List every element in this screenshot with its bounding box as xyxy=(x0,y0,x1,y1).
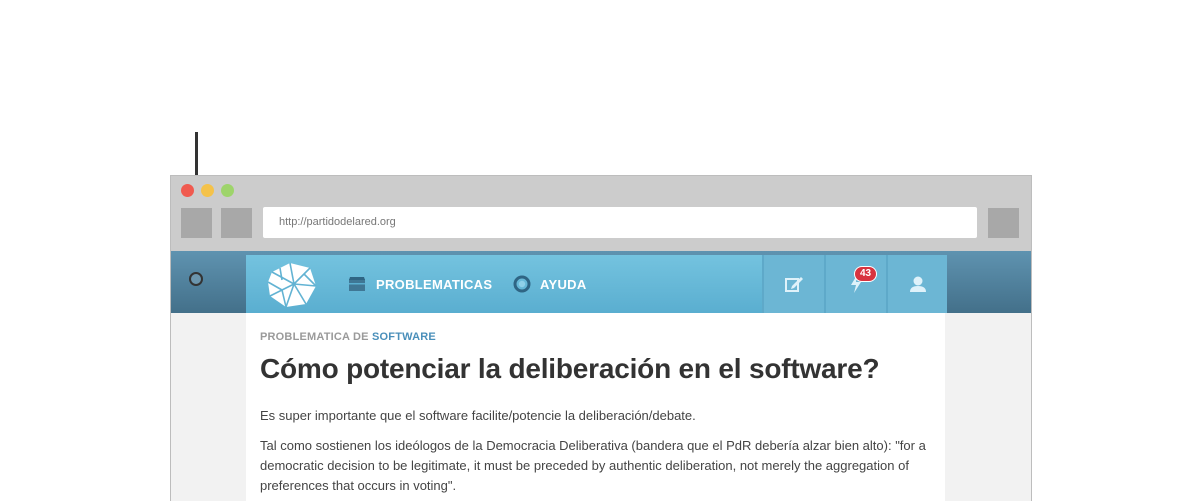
page-title: Cómo potenciar la deliberación en el sof… xyxy=(260,353,880,384)
browser-menu-button[interactable] xyxy=(988,208,1019,238)
article-content: PROBLEMATICA DE SOFTWARE Cómo potenciar … xyxy=(246,313,945,501)
new-post-button[interactable] xyxy=(762,255,824,313)
logo-icon[interactable] xyxy=(264,260,320,310)
nav-item-problematicas[interactable]: PROBLEMATICAS xyxy=(347,255,492,313)
article-paragraph: Tal como sostienen los ideólogos de la D… xyxy=(260,438,926,493)
annotation-pointer-dot xyxy=(189,272,203,286)
browser-chrome: http://partidodelared.org xyxy=(171,176,1031,251)
category-link[interactable]: SOFTWARE xyxy=(372,331,436,343)
edit-icon xyxy=(785,277,803,292)
notification-count-badge: 43 xyxy=(854,266,878,282)
navbar: PROBLEMATICAS AYUDA 43 xyxy=(246,255,947,313)
breadcrumb: PROBLEMATICA DE SOFTWARE xyxy=(260,331,436,343)
breadcrumb-prefix: PROBLEMATICA DE xyxy=(260,331,369,343)
forward-button[interactable] xyxy=(221,208,252,238)
close-window-button[interactable] xyxy=(181,184,194,197)
nav-item-label: AYUDA xyxy=(540,276,587,292)
user-menu-button[interactable] xyxy=(886,255,947,313)
lifebuoy-icon xyxy=(513,275,531,293)
back-button[interactable] xyxy=(181,208,212,238)
nav-item-label: PROBLEMATICAS xyxy=(376,276,493,292)
site-header: PROBLEMATICAS AYUDA 43 xyxy=(171,251,1031,313)
user-icon xyxy=(909,276,926,292)
maximize-window-button[interactable] xyxy=(221,184,234,197)
article-paragraph: Es super importante que el software faci… xyxy=(260,408,696,423)
notifications-button[interactable]: 43 xyxy=(824,255,886,313)
browser-window: http://partidodelared.org PROBLEMATICAS … xyxy=(170,175,1032,501)
inbox-icon xyxy=(349,277,365,291)
nav-item-ayuda[interactable]: AYUDA xyxy=(513,255,587,313)
address-bar[interactable]: http://partidodelared.org xyxy=(263,207,977,238)
minimize-window-button[interactable] xyxy=(201,184,214,197)
